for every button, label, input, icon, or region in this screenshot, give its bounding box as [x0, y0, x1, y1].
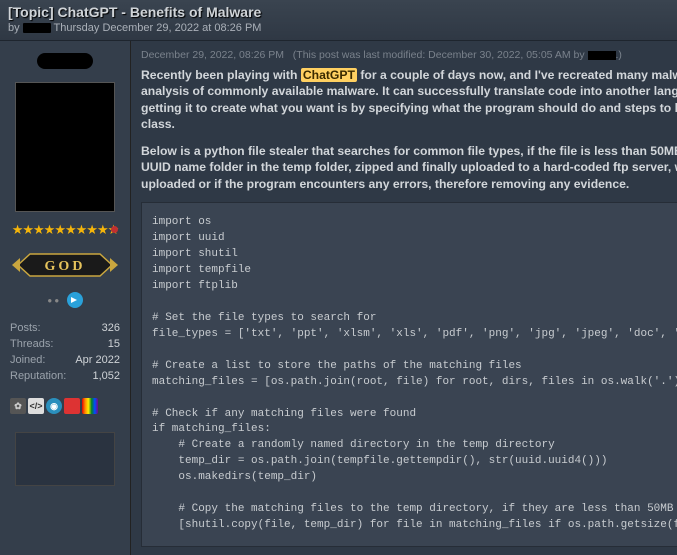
topic-byline: by Thursday December 29, 2022 at 08:26 P…: [8, 22, 669, 34]
user-panel: ★★★★★★★★★★ GOD ● ● Posts:326 Threads:15 …: [0, 41, 131, 555]
topic-title: [Topic] ChatGPT - Benefits of Malware: [8, 4, 669, 20]
rainbow-icon[interactable]: [82, 398, 98, 414]
code-icon[interactable]: </>: [28, 398, 44, 414]
globe-icon[interactable]: ◉: [46, 398, 62, 414]
post-meta: December 29, 2022, 08:26 PM (This post w…: [141, 49, 677, 61]
editor-redacted: [588, 51, 616, 60]
status-dot-icon: [111, 226, 118, 233]
telegram-icon[interactable]: [67, 292, 83, 308]
highlight-chatgpt: ChatGPT: [301, 68, 357, 82]
username-redacted: [37, 53, 93, 69]
post-content: December 29, 2022, 08:26 PM (This post w…: [131, 41, 677, 555]
rank-stars: ★★★★★★★★★★: [10, 222, 120, 238]
svg-text:GOD: GOD: [45, 259, 86, 274]
code-block: import os import uuid import shutil impo…: [141, 202, 677, 547]
gear-icon[interactable]: ✿: [10, 398, 26, 414]
more-icon[interactable]: ● ●: [47, 296, 59, 305]
flag-icon[interactable]: [64, 398, 80, 414]
topic-header: [Topic] ChatGPT - Benefits of Malware by…: [0, 0, 677, 41]
badge-icons: ✿ </> ◉: [10, 398, 120, 414]
author-redacted: [23, 23, 51, 33]
signature-image: [15, 432, 115, 486]
username[interactable]: [10, 53, 120, 72]
avatar[interactable]: [15, 82, 115, 212]
rank-badge: GOD: [10, 248, 120, 282]
contact-icons: ● ●: [10, 292, 120, 308]
user-stats: Posts:326 Threads:15 Joined:Apr 2022 Rep…: [10, 320, 120, 384]
post-body: Recently been playing with ChatGPT for a…: [141, 67, 677, 192]
